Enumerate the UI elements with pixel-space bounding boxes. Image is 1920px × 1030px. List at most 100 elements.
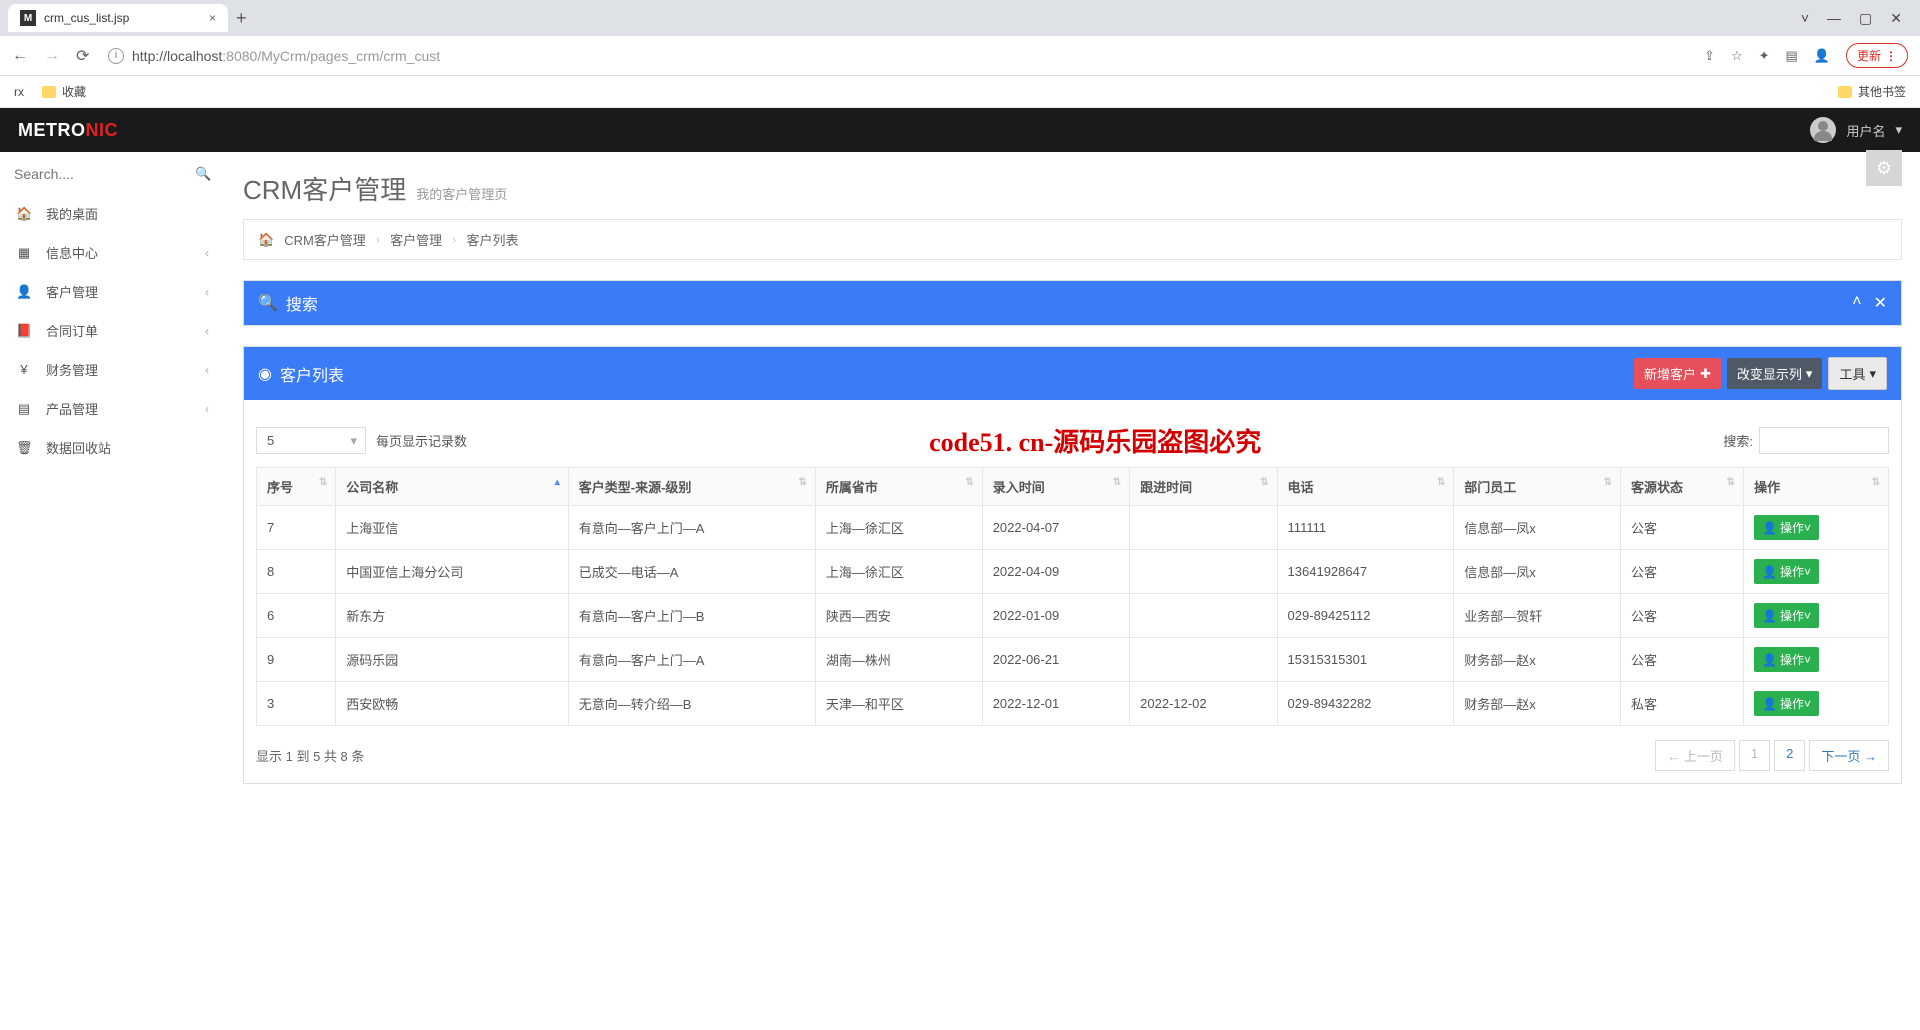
tools-button[interactable]: 工具 ▾ bbox=[1828, 357, 1887, 390]
collapse-icon[interactable]: ˄ bbox=[1852, 293, 1861, 313]
app-logo[interactable]: METRONIC bbox=[18, 120, 118, 141]
column-header[interactable]: 所属省市⇅ bbox=[815, 468, 982, 506]
customer-table: 序号⇅公司名称▴客户类型-来源-级别⇅所属省市⇅录入时间⇅跟进时间⇅电话⇅部门员… bbox=[256, 467, 1889, 726]
column-header[interactable]: 客源状态⇅ bbox=[1621, 468, 1744, 506]
add-customer-button[interactable]: 新增客户✚ bbox=[1634, 358, 1721, 389]
column-header[interactable]: 公司名称▴ bbox=[336, 468, 569, 506]
panel-title: 搜索 bbox=[286, 291, 318, 315]
page-size-select[interactable]: 5 bbox=[256, 427, 366, 454]
bookmark-item[interactable]: rx bbox=[14, 85, 24, 99]
column-header[interactable]: 操作⇅ bbox=[1744, 468, 1889, 506]
profile-icon[interactable]: 👤 bbox=[1814, 48, 1830, 64]
sidebar-item-label: 财务管理 bbox=[46, 360, 98, 379]
maximize-icon[interactable]: ▢ bbox=[1859, 10, 1872, 27]
pager-prev[interactable]: ← 上一页 bbox=[1655, 740, 1735, 771]
row-action-button[interactable]: 👤操作˅ bbox=[1754, 691, 1819, 716]
sidebar-item[interactable]: 📕合同订单‹ bbox=[0, 311, 225, 350]
table-row: 9 源码乐园 有意向—客户上门—A 湖南—株州 2022-06-21 15315… bbox=[257, 638, 1889, 682]
sidebar: 🔍 🏠我的桌面▦信息中心‹👤客户管理‹📕合同订单‹ ¥ 财务管理 ‹ ▤产品管理‹🗑数据… bbox=[0, 152, 225, 822]
reload-icon[interactable]: ⟳ bbox=[76, 46, 94, 66]
sidebar-item[interactable]: ¥ 财务管理 ‹ bbox=[0, 350, 225, 389]
sort-icon: ⇅ bbox=[1604, 477, 1612, 488]
breadcrumb-link[interactable]: 客户列表 bbox=[467, 230, 519, 249]
cell-intime: 2022-06-21 bbox=[982, 638, 1129, 682]
column-header[interactable]: 跟进时间⇅ bbox=[1130, 468, 1277, 506]
browser-tab[interactable]: M crm_cus_list.jsp × bbox=[8, 4, 228, 32]
forward-icon[interactable]: → bbox=[44, 47, 62, 65]
chevron-left-icon: ‹ bbox=[205, 324, 209, 338]
row-action-button[interactable]: 👤操作˅ bbox=[1754, 515, 1819, 540]
chevron-left-icon: ‹ bbox=[205, 363, 209, 377]
update-button[interactable]: 更新 ⋮ bbox=[1846, 43, 1908, 68]
column-header[interactable]: 客户类型-来源-级别⇅ bbox=[568, 468, 815, 506]
breadcrumb-link[interactable]: CRM客户管理 bbox=[284, 230, 366, 249]
column-header[interactable]: 部门员工⇅ bbox=[1454, 468, 1621, 506]
cell-region: 天津—和平区 bbox=[815, 682, 982, 726]
search-icon[interactable]: 🔍 bbox=[195, 166, 211, 182]
home-icon[interactable]: 🏠 bbox=[258, 232, 274, 248]
cell-status: 公客 bbox=[1621, 550, 1744, 594]
column-header[interactable]: 序号⇅ bbox=[257, 468, 336, 506]
row-action-button[interactable]: 👤操作˅ bbox=[1754, 647, 1819, 672]
search-input[interactable] bbox=[14, 166, 195, 182]
sort-icon: ⇅ bbox=[319, 477, 327, 488]
favicon-icon: M bbox=[20, 10, 36, 26]
star-icon[interactable]: ☆ bbox=[1731, 48, 1743, 64]
other-bookmarks[interactable]: 其他书签 bbox=[1838, 83, 1906, 100]
pager-page[interactable]: 2 bbox=[1774, 740, 1805, 771]
row-action-button[interactable]: 👤操作˅ bbox=[1754, 603, 1819, 628]
close-window-icon[interactable]: ✕ bbox=[1890, 10, 1902, 27]
pager-page[interactable]: 1 bbox=[1739, 740, 1770, 771]
cell-intime: 2022-04-09 bbox=[982, 550, 1129, 594]
column-header[interactable]: 录入时间⇅ bbox=[982, 468, 1129, 506]
cell-op: 👤操作˅ bbox=[1744, 550, 1889, 594]
cell-follow bbox=[1130, 550, 1277, 594]
sidebar-item[interactable]: 🗑数据回收站 bbox=[0, 428, 225, 467]
cell-seq: 3 bbox=[257, 682, 336, 726]
sidebar-item-label: 产品管理 bbox=[46, 399, 98, 418]
minimize-icon[interactable]: — bbox=[1827, 10, 1841, 27]
chevron-down-icon[interactable]: ˅ bbox=[1801, 10, 1809, 27]
table-row: 7 上海亚信 有意向—客户上门—A 上海—徐汇区 2022-04-07 1111… bbox=[257, 506, 1889, 550]
user-icon: 👤 bbox=[1762, 609, 1777, 623]
addr-right-icons: ⇪ ☆ ✦ ▤ 👤 更新 ⋮ bbox=[1704, 43, 1908, 68]
sidebar-item[interactable]: ▦信息中心‹ bbox=[0, 233, 225, 272]
sort-icon: ⇅ bbox=[965, 477, 973, 488]
table-search-input[interactable] bbox=[1759, 427, 1889, 454]
user-menu[interactable]: 用户名 ▾ bbox=[1810, 117, 1902, 143]
user-icon: 👤 bbox=[1762, 653, 1777, 667]
breadcrumb-link[interactable]: 客户管理 bbox=[390, 230, 442, 249]
tab-title: crm_cus_list.jsp bbox=[44, 11, 129, 25]
site-info-icon[interactable]: i bbox=[108, 48, 124, 64]
back-icon[interactable]: ← bbox=[12, 47, 30, 65]
close-icon[interactable]: ✕ bbox=[1874, 293, 1887, 313]
change-columns-button[interactable]: 改变显示列 ▾ bbox=[1727, 358, 1823, 389]
share-icon[interactable]: ⇪ bbox=[1704, 48, 1715, 64]
cell-company: 源码乐园 bbox=[336, 638, 569, 682]
sidebar-item[interactable]: 👤客户管理‹ bbox=[0, 272, 225, 311]
pager-next[interactable]: 下一页 → bbox=[1809, 740, 1889, 771]
column-header[interactable]: 电话⇅ bbox=[1277, 468, 1454, 506]
menu-icon: 📕 bbox=[16, 323, 32, 339]
cell-phone: 029-89425112 bbox=[1277, 594, 1454, 638]
new-tab-button[interactable]: + bbox=[236, 8, 247, 29]
cell-op: 👤操作˅ bbox=[1744, 682, 1889, 726]
sidebar-item-label: 数据回收站 bbox=[46, 438, 111, 457]
cell-seq: 8 bbox=[257, 550, 336, 594]
sidebar-item[interactable]: 🏠我的桌面 bbox=[0, 194, 225, 233]
sidepanel-icon[interactable]: ▤ bbox=[1786, 48, 1798, 64]
bookmark-item[interactable]: 收藏 bbox=[42, 83, 86, 100]
close-icon[interactable]: × bbox=[209, 11, 216, 25]
extensions-icon[interactable]: ✦ bbox=[1759, 48, 1770, 64]
menu-icon: ¥ bbox=[16, 362, 32, 377]
sidebar-item-label: 客户管理 bbox=[46, 282, 98, 301]
sort-icon: ⇅ bbox=[1872, 477, 1880, 488]
settings-gear-button[interactable]: ⚙ bbox=[1866, 150, 1902, 186]
user-icon: 👤 bbox=[1762, 565, 1777, 579]
row-action-button[interactable]: 👤操作˅ bbox=[1754, 559, 1819, 584]
cell-type: 有意向—客户上门—A bbox=[568, 506, 815, 550]
cell-company: 中国亚信上海分公司 bbox=[336, 550, 569, 594]
url-box[interactable]: i http://localhost:8080/MyCrm/pages_crm/… bbox=[108, 48, 1690, 64]
sidebar-item[interactable]: ▤产品管理‹ bbox=[0, 389, 225, 428]
cell-status: 公客 bbox=[1621, 506, 1744, 550]
